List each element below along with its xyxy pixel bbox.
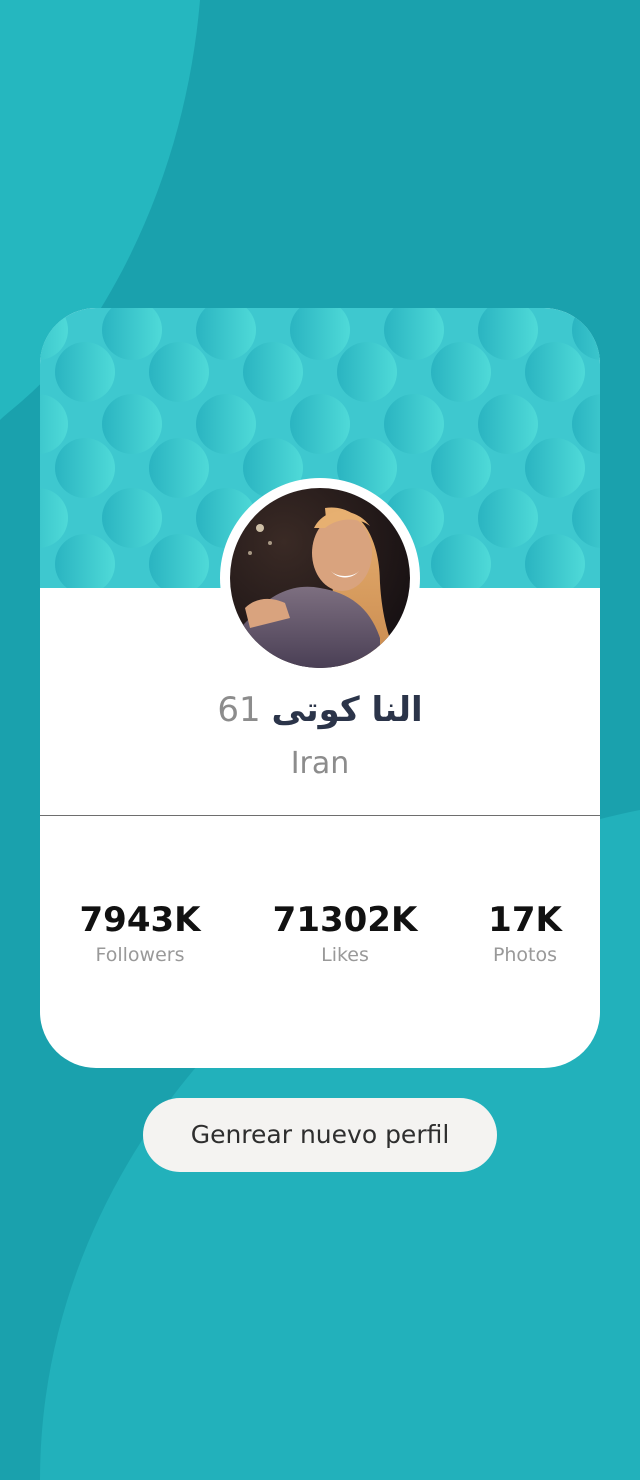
stat-label: Followers xyxy=(95,944,185,966)
profile-name: النا کوتی xyxy=(271,690,423,730)
avatar-ring xyxy=(220,478,420,678)
avatar xyxy=(230,488,410,668)
stat-followers: 7943K Followers xyxy=(60,898,220,968)
profile-name-line: 61 النا کوتی xyxy=(40,684,600,736)
stat-label: Likes xyxy=(321,944,369,966)
stat-likes: 71302K Likes xyxy=(255,898,435,968)
profile-photo xyxy=(230,488,410,668)
stat-value: 7943K xyxy=(79,900,201,940)
divider xyxy=(40,815,600,816)
generate-profile-button[interactable]: Genrear nuevo perfil xyxy=(143,1098,497,1172)
profile-card: 61 النا کوتی Iran 7943K Followers 71302K… xyxy=(40,308,600,1068)
profile-country: Iran xyxy=(290,746,350,781)
stat-value: 71302K xyxy=(272,900,418,940)
stat-label: Photos xyxy=(492,944,558,966)
stat-photos: 17K Photos xyxy=(470,898,580,968)
stat-value: 17K xyxy=(488,900,562,940)
profile-age: 61 xyxy=(217,690,261,730)
